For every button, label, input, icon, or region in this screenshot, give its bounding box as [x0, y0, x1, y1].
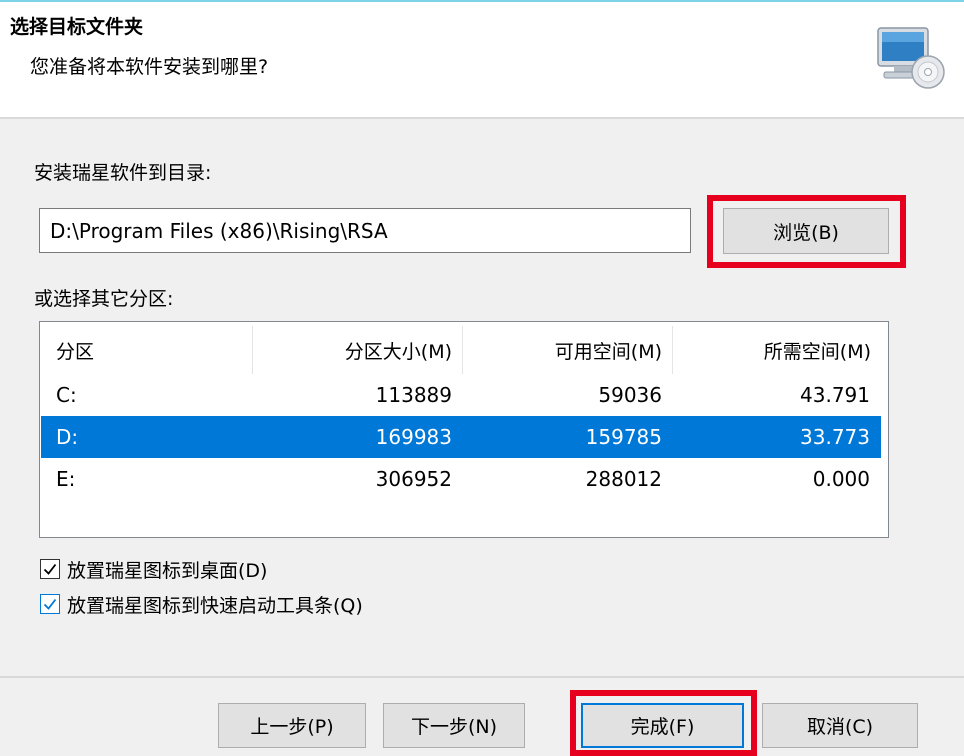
- column-header-size[interactable]: 分区大小(M): [253, 322, 452, 378]
- column-header-partition[interactable]: 分区: [56, 322, 256, 378]
- page-subtitle: 您准备将本软件安装到哪里?: [30, 56, 269, 78]
- partition-free: 159785: [585, 425, 662, 449]
- table-row-selected[interactable]: D: 169983 159785 33.773: [41, 416, 881, 458]
- column-header-free[interactable]: 可用空间(M): [463, 322, 662, 378]
- footer-divider: [0, 676, 964, 678]
- checkmark-icon: [43, 563, 57, 575]
- install-path-input[interactable]: [39, 208, 691, 253]
- partition-name: D:: [56, 425, 79, 449]
- finish-button[interactable]: 完成(F): [581, 703, 744, 748]
- partition-required: 43.791: [800, 383, 870, 407]
- install-dir-label: 安装瑞星软件到目录:: [34, 162, 212, 184]
- partition-free: 59036: [598, 383, 662, 407]
- browse-button[interactable]: 浏览(B): [723, 208, 889, 254]
- cancel-button[interactable]: 取消(C): [762, 703, 918, 748]
- partition-label: 或选择其它分区:: [34, 288, 174, 310]
- partition-required: 0.000: [812, 467, 870, 491]
- checkmark-icon: [43, 598, 57, 610]
- column-header-required[interactable]: 所需空间(M): [673, 322, 871, 378]
- next-button[interactable]: 下一步(N): [383, 703, 525, 748]
- table-row[interactable]: C: 113889 59036 43.791: [41, 374, 881, 416]
- computer-cd-icon: [877, 27, 945, 89]
- partition-size: 113889: [375, 383, 452, 407]
- quicklaunch-icon-checkbox[interactable]: [40, 594, 60, 614]
- prev-button[interactable]: 上一步(P): [218, 703, 366, 748]
- header-divider: [0, 117, 964, 119]
- partition-table[interactable]: 分区 分区大小(M) 可用空间(M) 所需空间(M) C: 113889 590…: [39, 321, 889, 538]
- desktop-icon-option[interactable]: 放置瑞星图标到桌面(D): [40, 556, 267, 582]
- partition-free: 288012: [585, 467, 662, 491]
- partition-size: 169983: [375, 425, 452, 449]
- quicklaunch-icon-option[interactable]: 放置瑞星图标到快速启动工具条(Q): [40, 591, 363, 617]
- partition-name: C:: [56, 383, 77, 407]
- table-row[interactable]: E: 306952 288012 0.000: [41, 458, 881, 500]
- page-title: 选择目标文件夹: [10, 16, 144, 38]
- partition-name: E:: [56, 467, 76, 491]
- desktop-icon-checkbox[interactable]: [40, 559, 60, 579]
- desktop-icon-label: 放置瑞星图标到桌面(D): [67, 559, 268, 582]
- partition-size: 306952: [375, 467, 452, 491]
- quicklaunch-icon-label: 放置瑞星图标到快速启动工具条(Q): [67, 594, 363, 617]
- partition-required: 33.773: [800, 425, 870, 449]
- header-banner: 选择目标文件夹 您准备将本软件安装到哪里?: [0, 0, 964, 117]
